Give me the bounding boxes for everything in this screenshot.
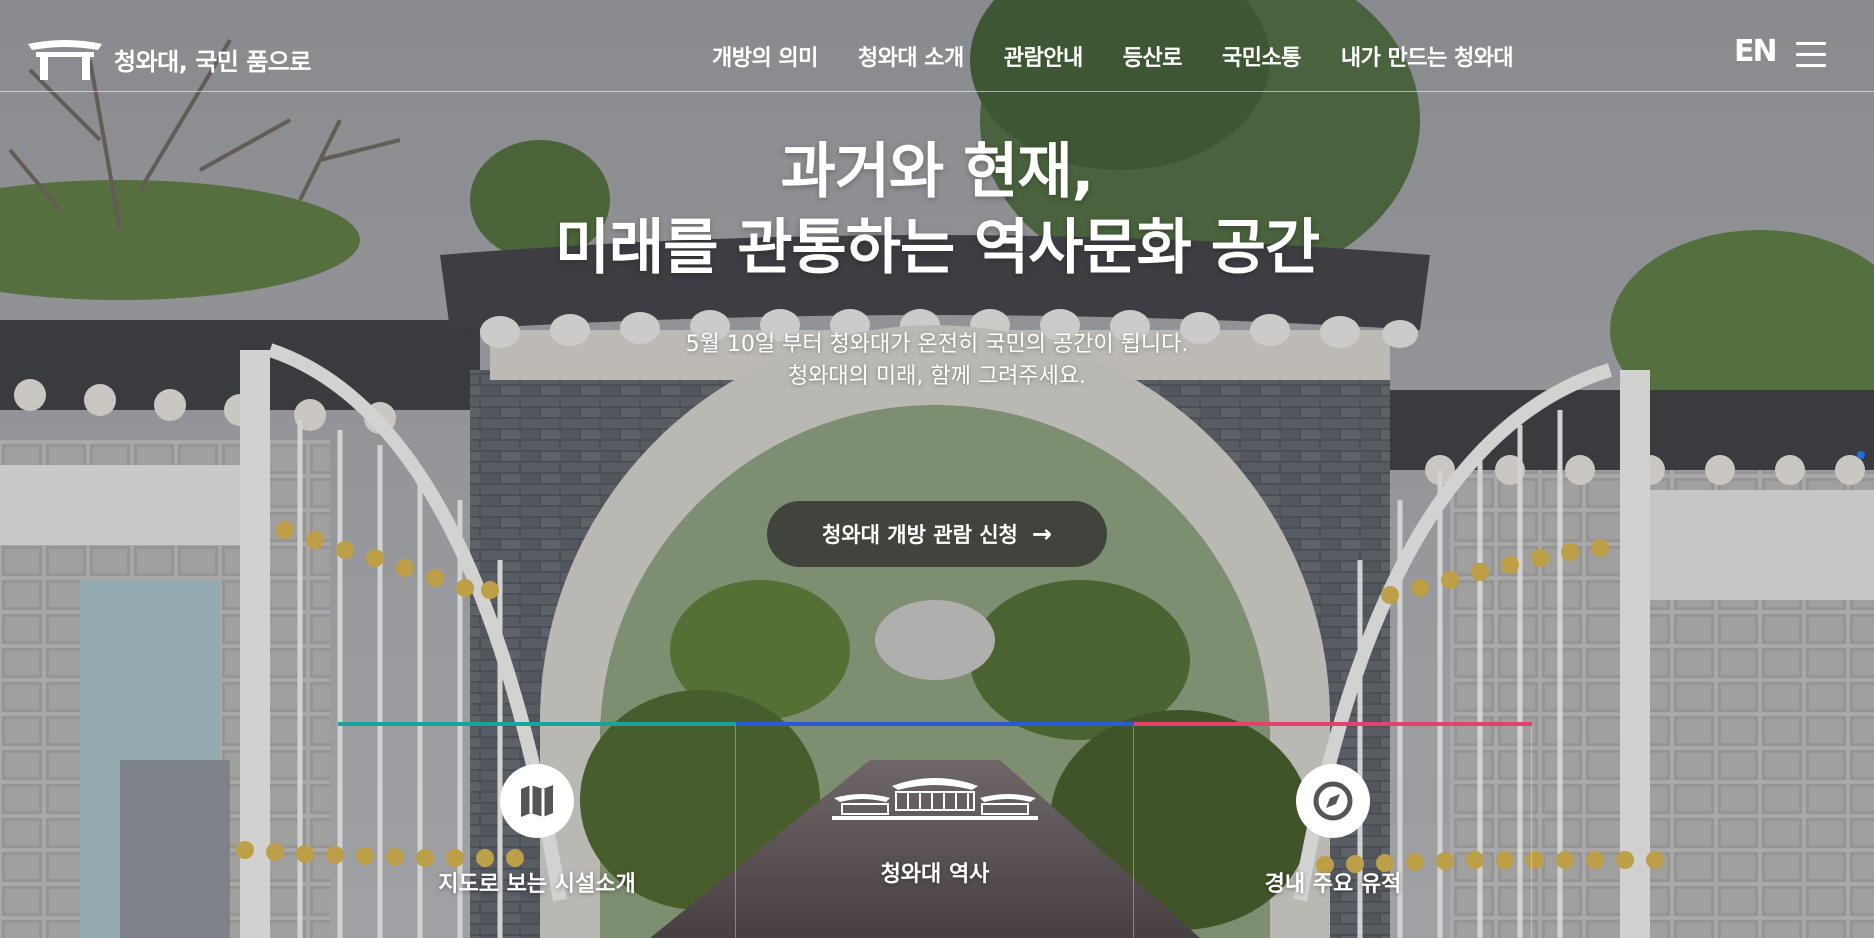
nav-opening-meaning[interactable]: 개방의 의미 [712, 40, 818, 72]
arrow-right-icon: → [1031, 520, 1052, 548]
panel-relics[interactable]: 경내 주요 유적 [1134, 722, 1532, 938]
panel-accent-bar [736, 722, 1134, 726]
nav-hiking-trail[interactable]: 등산로 [1123, 40, 1183, 72]
hero-subtitle-line1: 5월 10일 부터 청와대가 온전히 국민의 공간이 됩니다. [685, 332, 1189, 357]
hero-title-line2: 미래를 관통하는 역사문화 공간 [554, 213, 1320, 283]
site-header: 청와대, 국민 품으로 개방의 의미 청와대 소개 관람안내 등산로 국민소통 … [0, 0, 1874, 92]
panel-label: 경내 주요 유적 [1264, 872, 1402, 897]
visit-apply-button[interactable]: 청와대 개방 관람 신청 → [767, 501, 1107, 567]
hero-title-line1: 과거와 현재, [780, 137, 1095, 207]
panel-accent-bar [1134, 722, 1532, 726]
hamburger-menu-icon[interactable] [1796, 42, 1826, 68]
site-logo[interactable]: 청와대, 국민 품으로 [26, 38, 311, 80]
panel-facility-map[interactable]: 지도로 보는 시설소개 [338, 722, 736, 938]
logo-text: 청와대, 국민 품으로 [114, 47, 311, 76]
hero-subtitle-line2: 청와대의 미래, 함께 그려주세요. [787, 364, 1087, 389]
main-nav: 개방의 의미 청와대 소개 관람안내 등산로 국민소통 내가 만드는 청와대 [712, 40, 1553, 72]
nav-my-cheongwadae[interactable]: 내가 만드는 청와대 [1341, 40, 1514, 72]
nav-visit-guide[interactable]: 관람안내 [1004, 40, 1083, 72]
panel-label: 청와대 역사 [880, 862, 990, 887]
panel-history[interactable]: 청와대 역사 [736, 722, 1134, 938]
panel-label: 지도로 보는 시설소개 [438, 872, 636, 897]
blue-house-icon [832, 778, 1038, 820]
map-icon [500, 764, 574, 838]
quick-links: 지도로 보는 시설소개 청와대 역사 경내 주요 유적 [338, 722, 1532, 938]
nav-communication[interactable]: 국민소통 [1222, 40, 1301, 72]
panel-accent-bar [338, 722, 736, 726]
gate-logo-icon [28, 40, 102, 80]
scroll-indicator-dot[interactable] [1857, 451, 1865, 459]
visit-apply-label: 청와대 개방 관람 신청 [822, 523, 1018, 547]
language-toggle[interactable]: EN [1734, 34, 1778, 69]
compass-icon [1296, 764, 1370, 838]
nav-about[interactable]: 청와대 소개 [858, 40, 964, 72]
